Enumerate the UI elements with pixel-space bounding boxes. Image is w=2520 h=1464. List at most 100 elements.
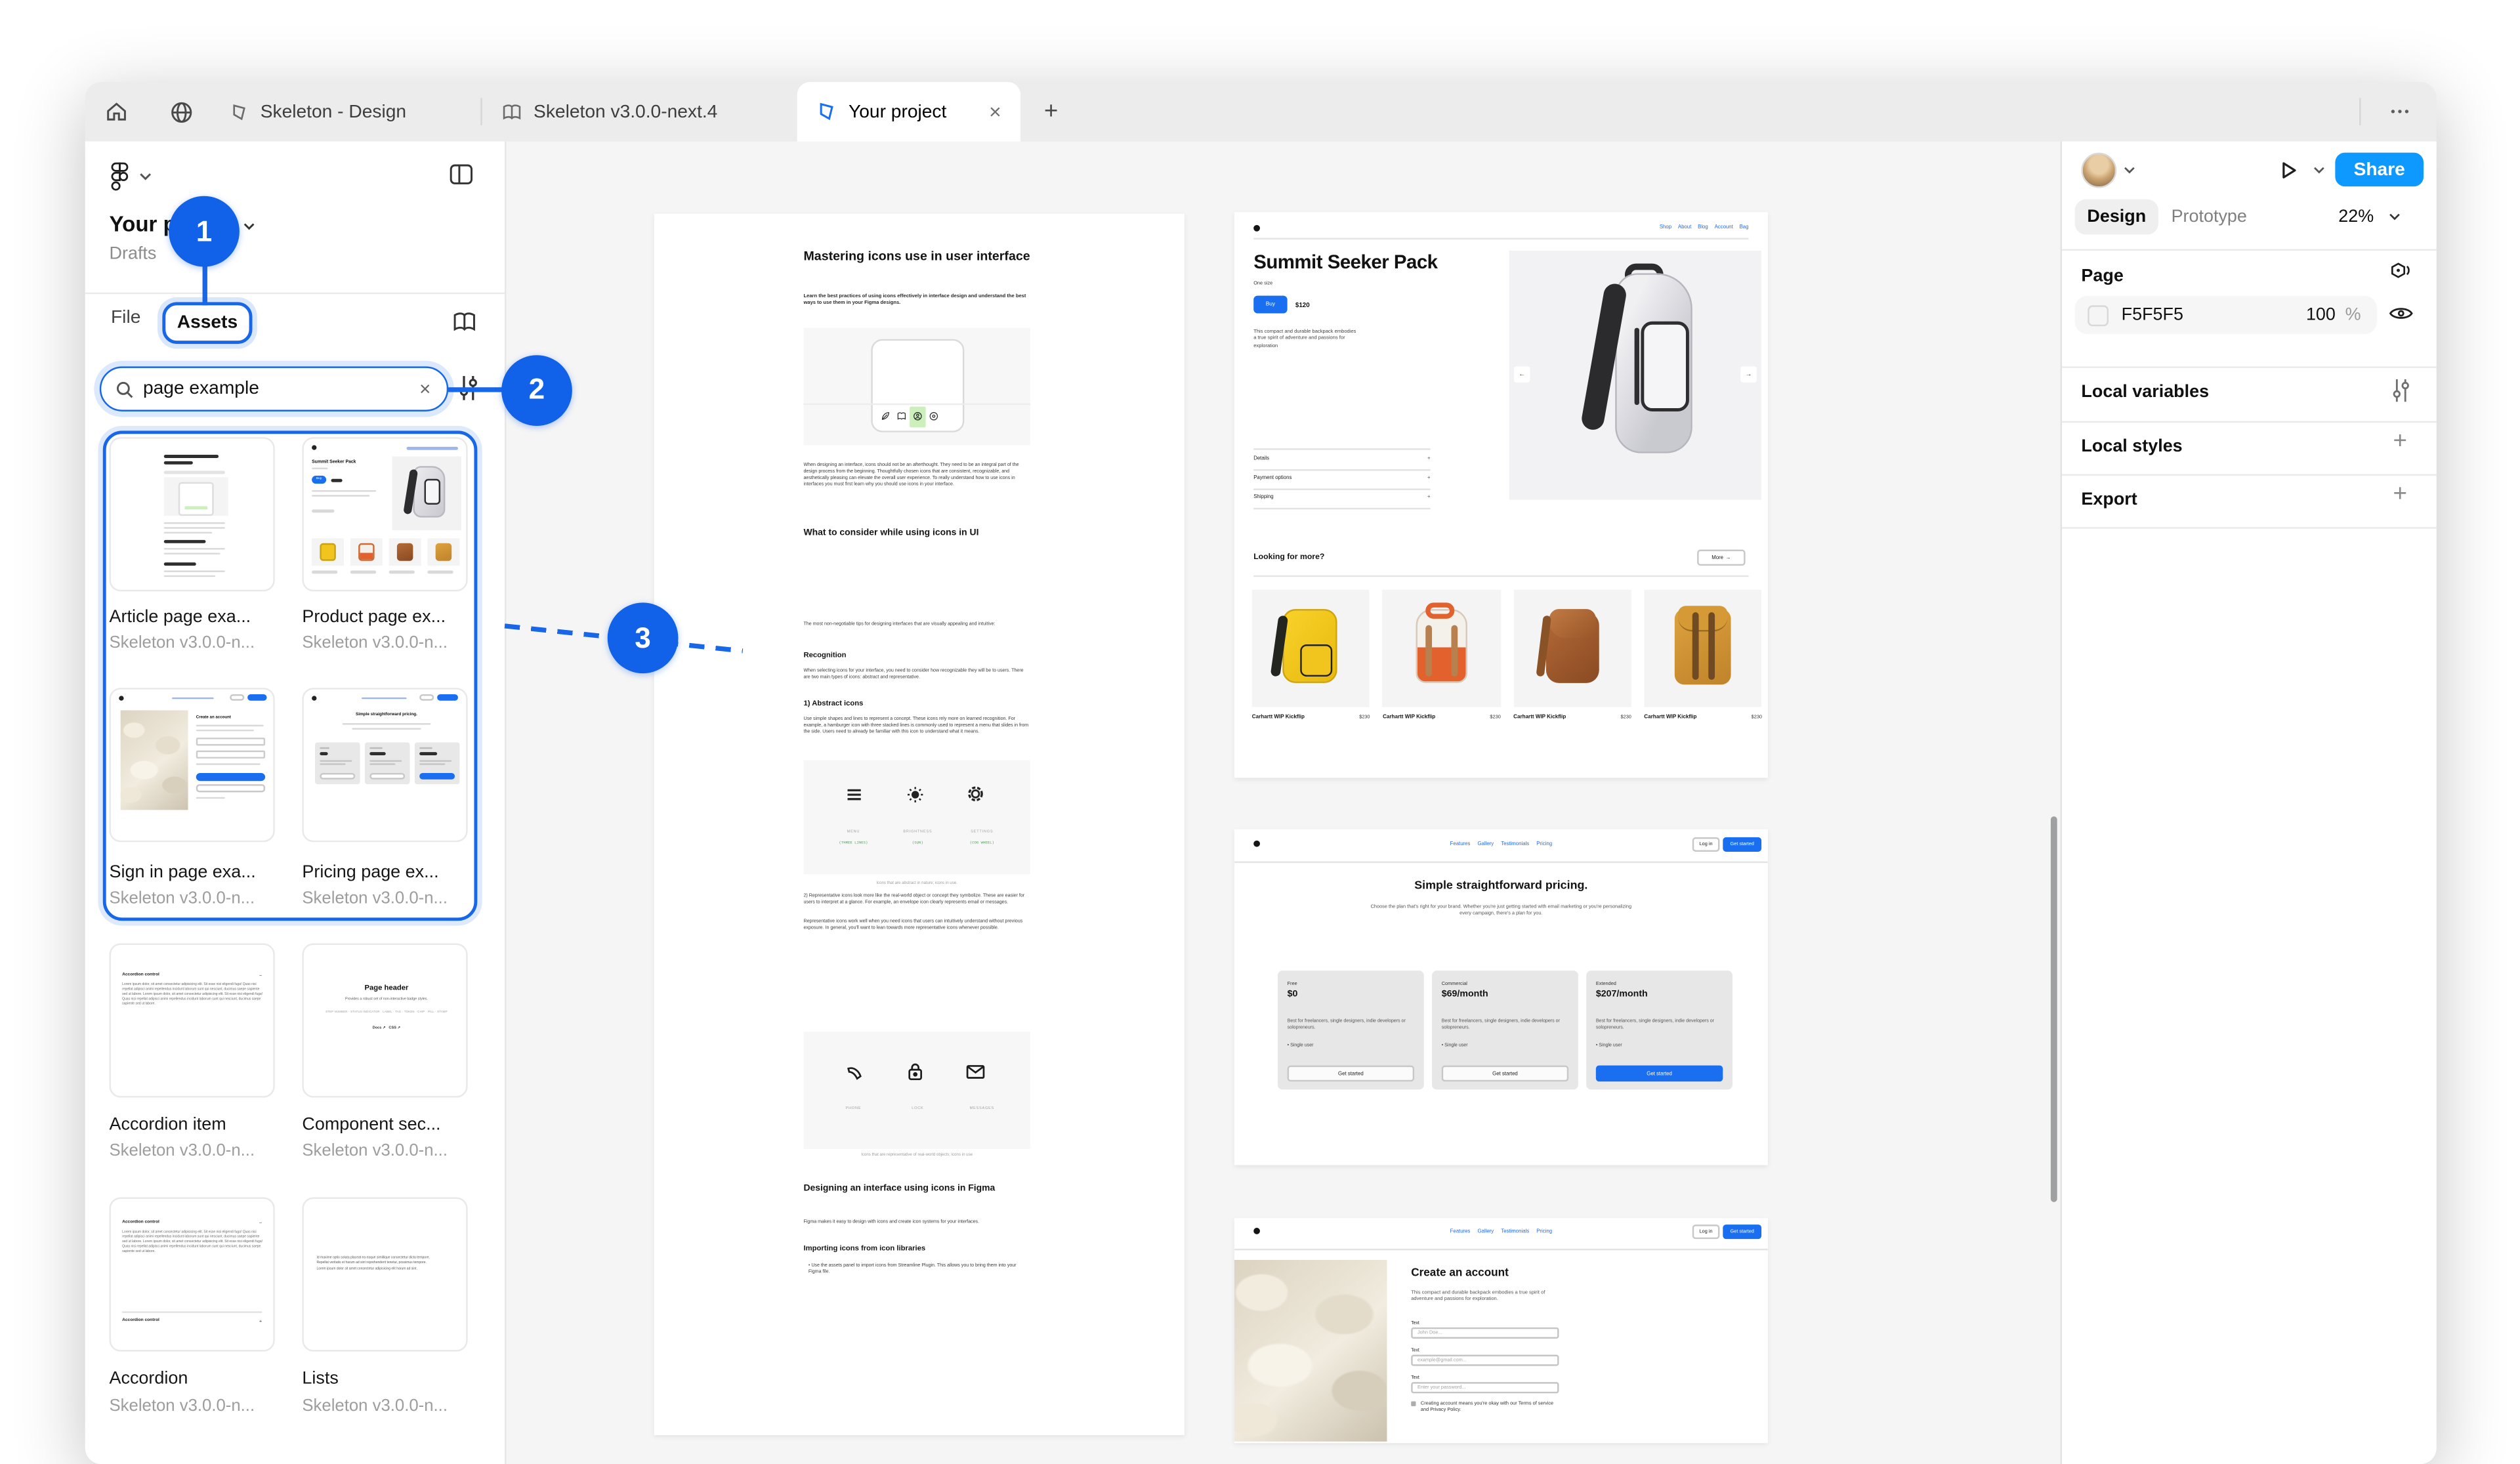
tab-skeleton-design[interactable]: Skeleton - Design [211, 82, 426, 142]
community-globe-icon[interactable] [167, 82, 196, 142]
thumb-lorem-text: Lorem ipsum dolor, sit amet consectetur … [122, 984, 265, 1009]
frame-pricing-page[interactable]: Features Gallery Testimonials Pricing Lo… [1234, 829, 1768, 1165]
accordion-row-details: Details+ [1253, 455, 1430, 461]
tab-prototype[interactable]: Prototype [2172, 207, 2247, 226]
frame-product-page[interactable]: Shop About Blog Account Bag Summit Seeke… [1234, 211, 1768, 777]
right-inspector-panel: Share Design Prototype 22% Page F5F5F5 1… [2062, 142, 2437, 1464]
tab-assets[interactable]: Assets [162, 302, 252, 344]
fill-opacity-value[interactable]: 100 [2306, 305, 2336, 324]
skeleton-line [331, 478, 342, 482]
tab-file[interactable]: File [111, 308, 140, 327]
user-avatar[interactable] [2081, 153, 2116, 188]
skeleton-line [196, 724, 264, 726]
asset-component-section-thumbnail[interactable]: Page header Provides a robust set of non… [302, 944, 467, 1098]
article-hero-image [803, 328, 1030, 446]
frame-article-page[interactable]: Mastering icons use in user interface Le… [654, 214, 1185, 1435]
asset-name: Article page exa... [110, 608, 251, 627]
asset-pricing-page-thumbnail[interactable]: Simple straightforward pricing. [302, 688, 467, 842]
icon-sublabel: (SUN) [881, 841, 955, 845]
thumb-pricing-title: Simple straightforward pricing. [304, 712, 468, 717]
chevron-down-icon[interactable] [243, 222, 256, 232]
clear-search-icon[interactable]: × [419, 378, 430, 400]
buy-button: Buy [1253, 295, 1287, 313]
article-title: Mastering icons use in user interface [803, 249, 1036, 264]
new-tab-button[interactable]: + [1037, 82, 1066, 142]
screenshot-stage: Skeleton - Design Skeleton v3.0.0-next.4… [0, 0, 2520, 1417]
icon-sublabel: (COG WHEEL) [945, 841, 1019, 845]
assets-search-field[interactable]: × [100, 366, 448, 411]
annotation-badge-3: 3 [608, 602, 679, 673]
site-logo-dot [1253, 224, 1260, 231]
skeleton-line [196, 797, 225, 799]
asset-product-page-thumbnail[interactable]: Summit Seeker Pack Buy [302, 437, 467, 591]
collapse-minus: − [259, 1220, 262, 1226]
chevron-down-icon[interactable] [2123, 165, 2136, 175]
chevron-down-icon[interactable] [2313, 165, 2326, 175]
thumb-buy-button: Buy [312, 476, 326, 483]
thumb-logo-dot [312, 445, 316, 450]
related-product-row: Carhartt WIP Kickflip$230 [1513, 713, 1631, 719]
field-label: Text [1411, 1320, 1419, 1326]
design-canvas[interactable]: Mastering icons use in user interface Le… [505, 142, 2062, 1464]
article-paragraph: Figma makes it easy to design with icons… [803, 1220, 1030, 1226]
chevron-down-icon[interactable] [2388, 212, 2401, 222]
signup-hero-image [1234, 1260, 1387, 1442]
signup-desc: This compact and durable backpack embodi… [1411, 1289, 1555, 1303]
window-more-menu[interactable]: ••• [2382, 82, 2420, 142]
collapse-panel-icon[interactable] [448, 162, 474, 186]
image-caption: Icons that are abstract in nature; icons… [803, 881, 1030, 885]
get-started-button: Get started [1723, 1224, 1761, 1238]
page-fill-row[interactable]: F5F5F5 100 % [2075, 296, 2377, 335]
canvas-vertical-scrollbar[interactable] [2050, 816, 2057, 1202]
skeleton-line [389, 570, 415, 573]
tab-your-project[interactable]: Your project × [797, 82, 1020, 142]
project-location: Drafts [110, 244, 157, 263]
tab-design[interactable]: Design [2075, 199, 2158, 235]
home-icon[interactable] [101, 82, 130, 142]
frame-signup-page[interactable]: Features Gallery Testimonials Pricing Lo… [1234, 1217, 1768, 1442]
tab-skeleton-library[interactable]: Skeleton v3.0.0-next.4 [482, 82, 737, 142]
icon-label: BRIGHTNESS [881, 831, 955, 834]
divider [2062, 474, 2437, 475]
chevron-down-icon[interactable] [138, 172, 153, 182]
figma-menu-logo-icon[interactable] [110, 162, 131, 191]
plan-cta-button: Get started [1442, 1066, 1568, 1081]
divider [85, 293, 505, 294]
asset-signin-page-thumbnail[interactable]: Create an account [110, 688, 275, 842]
variables-sliders-icon[interactable] [2390, 378, 2412, 404]
visibility-eye-icon[interactable] [2388, 302, 2414, 324]
libraries-book-icon[interactable] [452, 310, 477, 335]
close-tab-icon[interactable]: × [989, 100, 1001, 124]
zoom-level[interactable]: 22% [2338, 207, 2374, 226]
asset-accordion-item-thumbnail[interactable]: Accordion control − Lorem ipsum dolor, s… [110, 944, 275, 1098]
asset-library: Skeleton v3.0.0-n... [110, 633, 255, 652]
divider [1253, 507, 1430, 509]
target-icon [929, 411, 939, 421]
share-button[interactable]: Share [2335, 153, 2424, 186]
asset-library: Skeleton v3.0.0-n... [302, 1396, 448, 1415]
apply-styles-icon[interactable] [2388, 261, 2412, 285]
plan-card-commercial: Commercial $69/month Best for freelancer… [1432, 970, 1578, 1089]
asset-accordion-thumbnail[interactable]: Accordion control − Lorem ipsum dolor, s… [110, 1197, 275, 1351]
skeleton-line [312, 490, 376, 492]
carousel-next-button: → [1740, 366, 1756, 381]
add-export-plus-icon[interactable]: + [2393, 480, 2407, 508]
asset-lists-thumbnail[interactable]: Id maxime optio soluta placeat ea eaque … [302, 1197, 467, 1351]
plan-feature: • Single user [1596, 1041, 1622, 1047]
lock-icon [906, 1062, 924, 1081]
icon-label: MENU [816, 831, 891, 834]
fill-hex-value[interactable]: F5F5F5 [2122, 305, 2183, 324]
plan-card-extended: Extended $207/month Best for freelancers… [1586, 970, 1732, 1089]
add-style-plus-icon[interactable]: + [2393, 427, 2407, 455]
present-play-icon[interactable] [2277, 159, 2300, 181]
thumb-image [164, 477, 228, 516]
color-swatch[interactable] [2088, 304, 2109, 325]
get-started-button: Get started [1723, 837, 1761, 851]
asset-article-page-thumbnail[interactable] [110, 437, 275, 591]
search-input[interactable] [143, 379, 384, 398]
plan-card-free: Free $0 Best for freelancers, single des… [1278, 970, 1424, 1089]
thumb-cta [247, 694, 266, 701]
thumb-accordion-control: Accordion control [122, 973, 159, 979]
feather-icon [881, 411, 891, 421]
plan-feature: • Single user [1288, 1041, 1314, 1047]
